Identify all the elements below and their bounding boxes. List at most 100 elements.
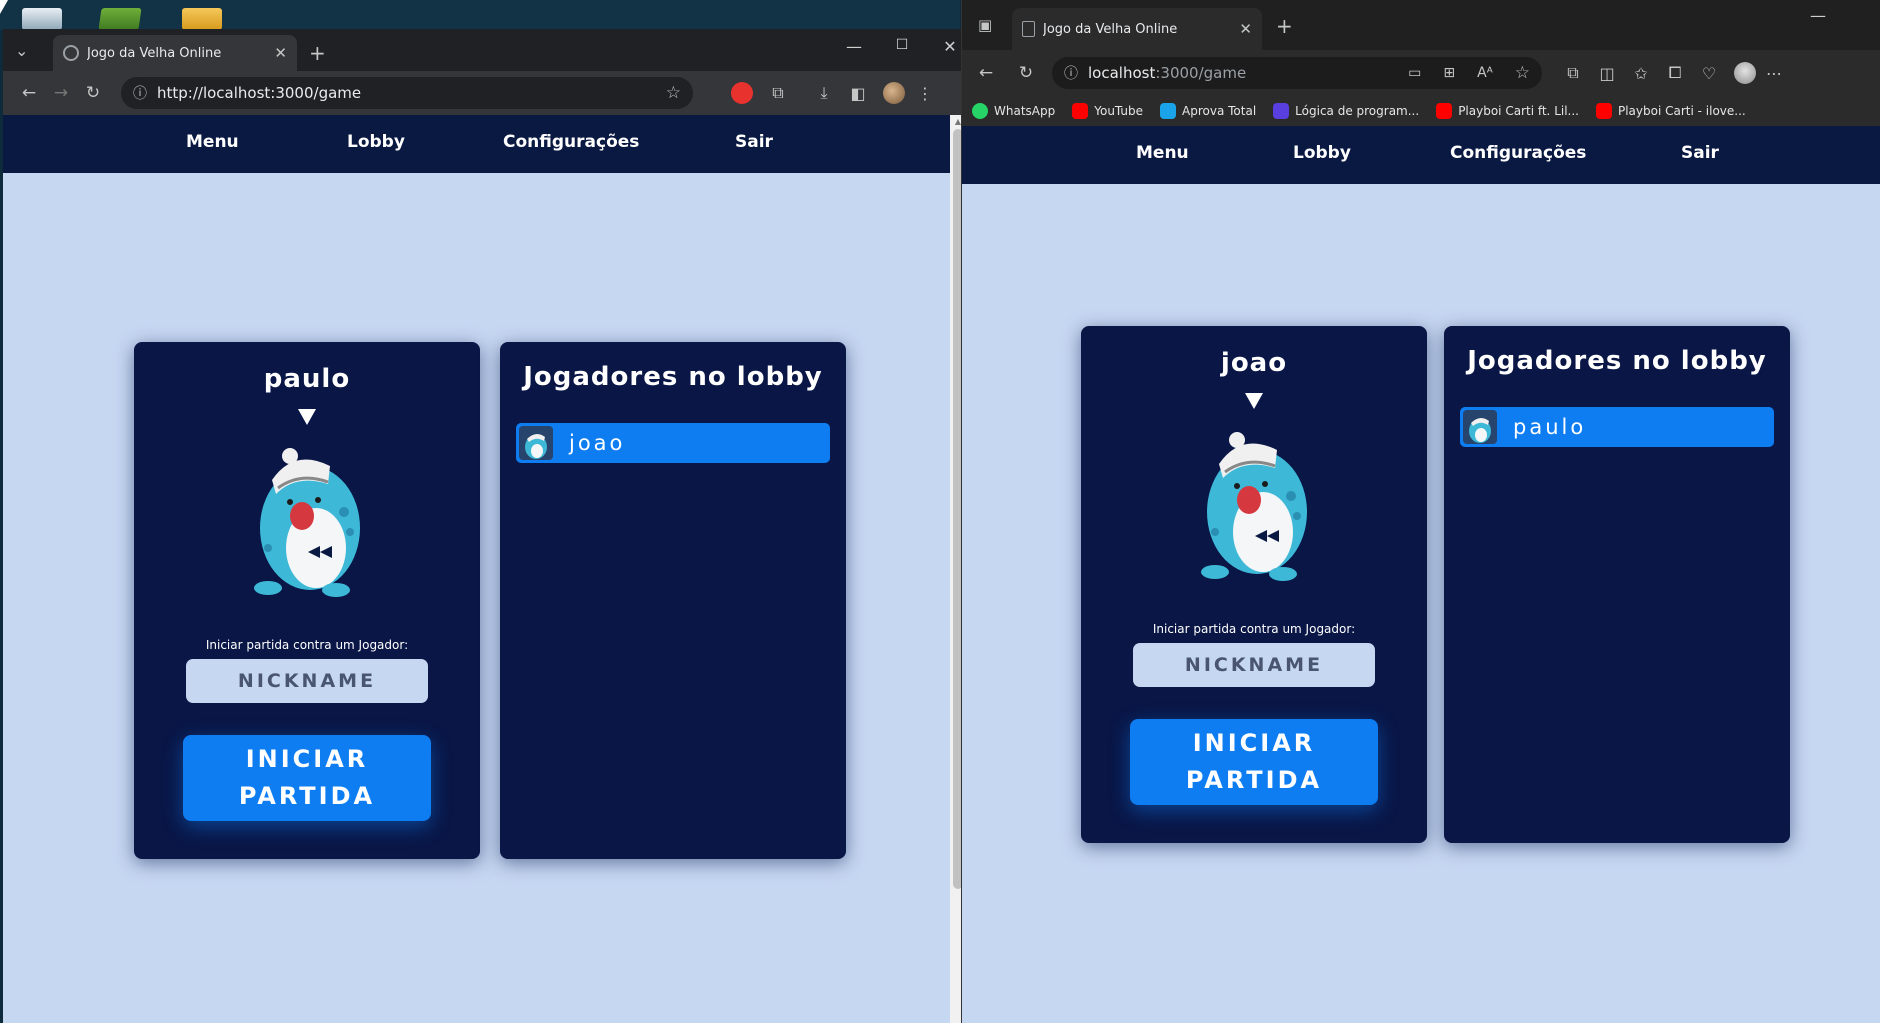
logica-icon xyxy=(1273,103,1290,119)
bookmark-youtube[interactable]: YouTube xyxy=(1072,103,1143,119)
address-bar[interactable]: ⓘ http://localhost:3000/game ☆ xyxy=(121,77,693,109)
maximize-button[interactable]: ☐ xyxy=(886,37,918,53)
url-text: localhost:3000/game xyxy=(1088,64,1398,82)
nav-configuracoes[interactable]: Configurações xyxy=(1450,143,1586,163)
reload-icon[interactable]: ↻ xyxy=(1010,63,1042,83)
turn-indicator-icon xyxy=(1245,393,1263,409)
read-aloud-icon[interactable]: Aᴬ xyxy=(1477,65,1493,81)
player-avatar xyxy=(254,448,360,597)
lobby-title: Jogadores no lobby xyxy=(1467,346,1767,376)
recycle-bin-icon[interactable] xyxy=(22,8,62,30)
nav-lobby[interactable]: Lobby xyxy=(1293,143,1351,163)
nav-menu[interactable]: Menu xyxy=(1136,143,1189,163)
collections-icon[interactable]: ⧠ xyxy=(1658,63,1692,83)
apps-icon[interactable]: ⊞ xyxy=(1443,65,1455,81)
forward-arrow-icon[interactable]: → xyxy=(45,83,77,103)
bookmark-label: Playboi Carti ft. Lil... xyxy=(1458,104,1579,118)
lobby-player-name: paulo xyxy=(1513,415,1587,439)
close-tab-icon[interactable]: ✕ xyxy=(1239,20,1252,38)
settings-more-icon[interactable]: ⋯ xyxy=(1764,64,1784,83)
youtube-icon xyxy=(1436,103,1453,119)
browser-essentials-icon[interactable]: ♡ xyxy=(1692,64,1726,83)
site-info-icon[interactable]: ⓘ xyxy=(1064,63,1078,83)
nickname-input[interactable] xyxy=(1133,643,1375,687)
tab-search-icon[interactable]: ⌄ xyxy=(15,41,28,60)
profile-avatar-icon[interactable] xyxy=(883,82,905,104)
back-arrow-icon[interactable]: ← xyxy=(13,83,45,103)
new-tab-button[interactable]: + xyxy=(1276,14,1293,38)
lobby-panel: Jogadores no lobby paulo xyxy=(1444,326,1790,843)
lobby-list: joao xyxy=(516,423,830,463)
bookmark-playboi-2[interactable]: Playboi Carti - ilove... xyxy=(1595,103,1746,119)
site-info-icon[interactable]: ⓘ xyxy=(133,83,147,103)
favorites-icon[interactable]: ✩ xyxy=(1624,64,1658,83)
new-tab-button[interactable]: + xyxy=(309,41,326,65)
extensions-puzzle-icon[interactable]: ⧉ xyxy=(1556,63,1590,83)
desktop-strip xyxy=(0,0,960,30)
nav-sair[interactable]: Sair xyxy=(735,132,773,152)
globe-icon xyxy=(63,45,79,61)
game-page: Menu Lobby Configurações Sair joao Inici… xyxy=(962,126,1880,1023)
favorite-star-icon[interactable]: ☆ xyxy=(1515,63,1530,83)
adblock-extension-icon[interactable] xyxy=(731,82,753,104)
lobby-player-item[interactable]: paulo xyxy=(1460,407,1774,447)
minimize-button[interactable]: — xyxy=(838,37,870,56)
aprova-total-icon xyxy=(1160,103,1177,119)
bookmark-whatsapp[interactable]: WhatsApp xyxy=(972,103,1055,119)
start-match-label-line2: PARTIDA xyxy=(1185,766,1323,794)
page-icon xyxy=(1022,21,1035,37)
tab-game[interactable]: Jogo da Velha Online ✕ xyxy=(1012,8,1262,50)
url-host: localhost xyxy=(1088,64,1156,82)
challenge-label: Iniciar partida contra um Jogador: xyxy=(1152,622,1356,636)
kebab-menu-icon[interactable]: ⋮ xyxy=(913,84,937,103)
tab-title: Jogo da Velha Online xyxy=(87,45,222,61)
extensions-puzzle-icon[interactable]: ⧉ xyxy=(761,83,795,103)
tab-strip: ⌄ Jogo da Velha Online ✕ + — ☐ ✕ xyxy=(3,29,966,71)
chrome-window: ⌄ Jogo da Velha Online ✕ + — ☐ ✕ ← → ↻ ⓘ… xyxy=(3,29,966,1023)
bookmark-aprova-total[interactable]: Aprova Total xyxy=(1160,103,1256,119)
favorites-bar: WhatsApp YouTube Aprova Total Lógica de … xyxy=(962,96,1880,126)
download-icon[interactable]: ⤓ xyxy=(807,83,841,103)
folder-icon[interactable] xyxy=(182,8,222,30)
player-avatar xyxy=(1201,432,1307,581)
player-panel: joao Iniciar partida contra um Jogador: xyxy=(1081,326,1427,843)
start-match-label-line1: INICIAR xyxy=(245,745,369,773)
bookmark-star-icon[interactable]: ☆ xyxy=(666,83,681,103)
tab-title: Jogo da Velha Online xyxy=(1043,21,1178,37)
nav-lobby[interactable]: Lobby xyxy=(347,132,405,152)
url-text: http://localhost:3000/game xyxy=(157,84,362,102)
url-path: :3000/game xyxy=(1155,64,1247,82)
edge-window: ▣ Jogo da Velha Online ✕ + — ← ↻ ⓘ local… xyxy=(961,0,1880,1023)
start-match-button[interactable]: INICIAR PARTIDA xyxy=(183,735,431,821)
nav-sair[interactable]: Sair xyxy=(1681,143,1719,163)
player-name: paulo xyxy=(263,364,351,394)
minimize-button[interactable]: — xyxy=(1802,6,1834,25)
player-thumbnail xyxy=(519,426,553,460)
player-thumbnail xyxy=(1463,410,1497,444)
close-tab-icon[interactable]: ✕ xyxy=(274,44,287,62)
split-screen-icon[interactable]: ◫ xyxy=(1590,64,1624,83)
reload-icon[interactable]: ↻ xyxy=(77,83,109,103)
tab-actions-icon[interactable]: ▣ xyxy=(978,16,992,34)
nav-configuracoes[interactable]: Configurações xyxy=(503,132,639,152)
minecraft-icon[interactable] xyxy=(98,8,142,30)
back-arrow-icon[interactable]: ← xyxy=(970,63,1002,83)
profile-avatar-icon[interactable] xyxy=(1734,62,1756,84)
lobby-player-item[interactable]: joao xyxy=(516,423,830,463)
bookmark-playboi-1[interactable]: Playboi Carti ft. Lil... xyxy=(1436,103,1579,119)
tab-game[interactable]: Jogo da Velha Online ✕ xyxy=(53,35,297,71)
bookmark-label: Aprova Total xyxy=(1182,104,1257,118)
side-panel-icon[interactable]: ◧ xyxy=(841,84,875,103)
address-bar[interactable]: ⓘ localhost:3000/game ▭ ⊞ Aᴬ ☆ xyxy=(1052,57,1542,89)
site-nav: Menu Lobby Configurações Sair xyxy=(962,126,1880,184)
bookmark-logica[interactable]: Lógica de program... xyxy=(1273,103,1419,119)
bookmark-label: Lógica de program... xyxy=(1295,104,1420,118)
start-match-button[interactable]: INICIAR PARTIDA xyxy=(1130,719,1378,805)
immersive-reader-icon[interactable]: ▭ xyxy=(1408,65,1421,81)
toolbar: ← → ↻ ⓘ http://localhost:3000/game ☆ ⧉ ⤓… xyxy=(3,71,966,115)
nickname-input[interactable] xyxy=(186,659,428,703)
turn-indicator-icon xyxy=(298,409,316,425)
nav-menu[interactable]: Menu xyxy=(186,132,239,152)
challenge-label: Iniciar partida contra um Jogador: xyxy=(205,638,409,652)
whatsapp-icon xyxy=(972,103,988,119)
